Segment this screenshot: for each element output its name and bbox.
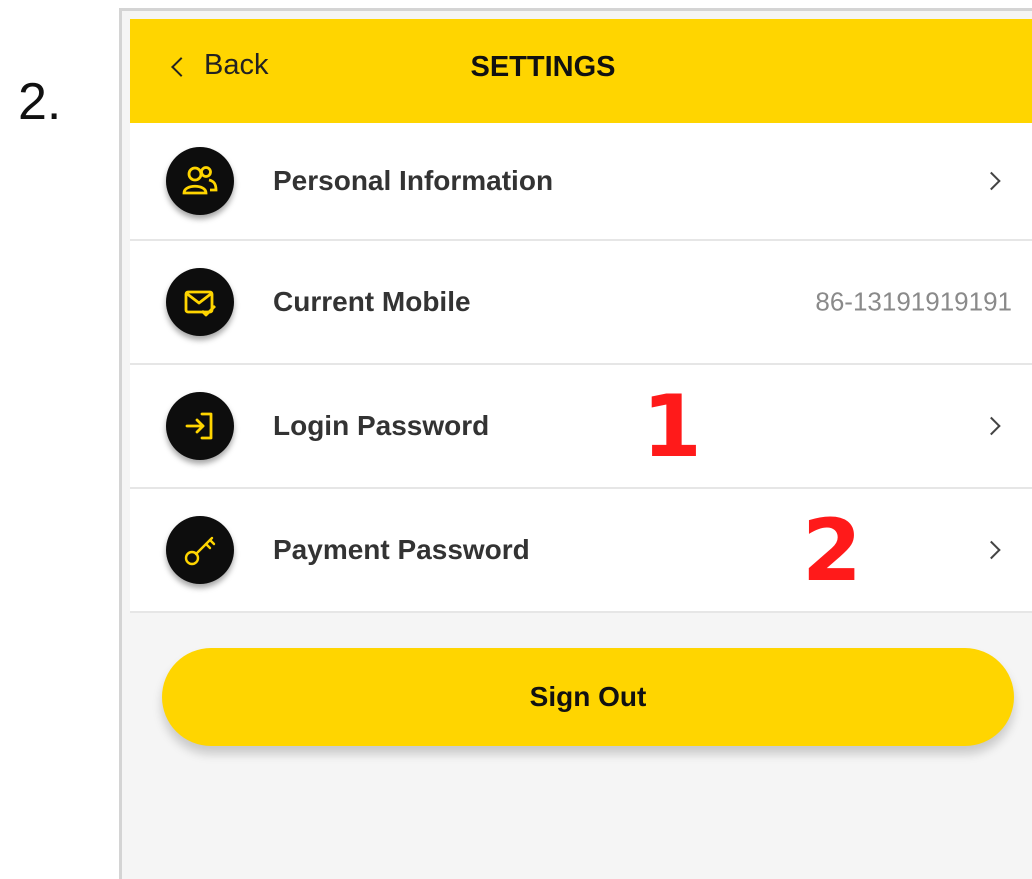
key-icon — [166, 516, 234, 584]
phone-screen: Back SETTINGS Personal Information Curre… — [119, 8, 1032, 879]
chevron-right-icon — [982, 540, 1001, 560]
app-header: Back SETTINGS — [130, 19, 1032, 123]
settings-item-current-mobile[interactable]: Current Mobile 86-13191919191 — [130, 241, 1032, 365]
annotation-2: 2 — [802, 501, 862, 601]
phone-check-icon — [166, 268, 234, 336]
sign-out-button[interactable]: Sign Out — [162, 648, 1014, 746]
settings-item-login-password[interactable]: Login Password 1 — [130, 365, 1032, 489]
settings-item-label: Login Password — [273, 410, 490, 441]
settings-list: Personal Information Current Mobile 86-1… — [130, 123, 1032, 613]
login-icon — [166, 392, 234, 460]
annotation-1: 1 — [642, 377, 702, 477]
chevron-right-icon — [982, 416, 1001, 436]
settings-item-personal-information[interactable]: Personal Information — [130, 123, 1032, 241]
user-group-icon — [166, 147, 234, 215]
settings-item-label: Current Mobile — [273, 286, 471, 317]
settings-item-label: Personal Information — [273, 165, 554, 196]
chevron-right-icon — [982, 171, 1001, 191]
settings-item-payment-password[interactable]: Payment Password 2 — [130, 489, 1032, 613]
page-title: SETTINGS — [470, 51, 616, 83]
settings-item-label: Payment Password — [273, 534, 530, 565]
mobile-number-value: 86-13191919191 — [815, 286, 1012, 317]
step-number: 2. — [18, 73, 62, 131]
